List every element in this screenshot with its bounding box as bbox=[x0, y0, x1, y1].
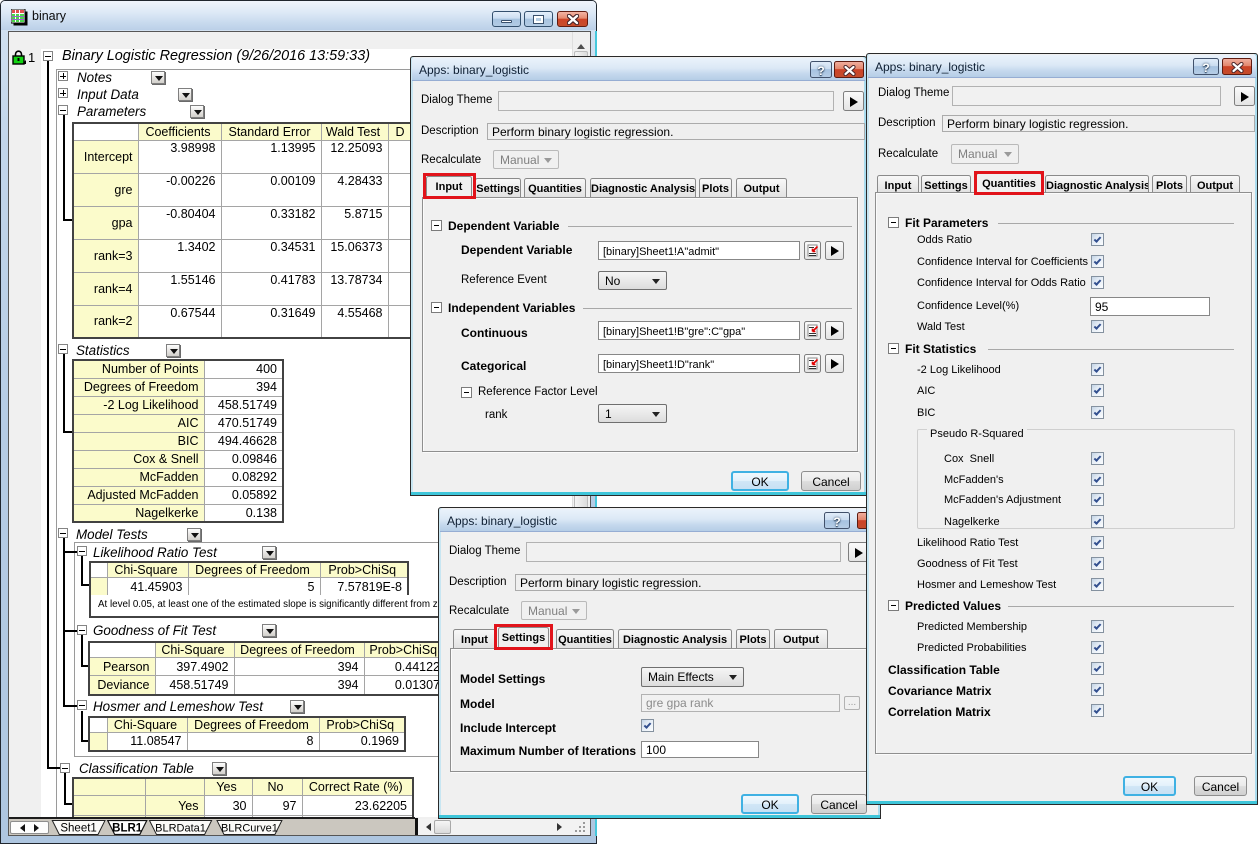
svg-text:BLR1: BLR1 bbox=[112, 822, 143, 834]
svg-text:BLRData1: BLRData1 bbox=[155, 822, 206, 834]
svg-text:BLRCurve1: BLRCurve1 bbox=[221, 822, 278, 834]
svg-text:Sheet1: Sheet1 bbox=[60, 822, 96, 834]
